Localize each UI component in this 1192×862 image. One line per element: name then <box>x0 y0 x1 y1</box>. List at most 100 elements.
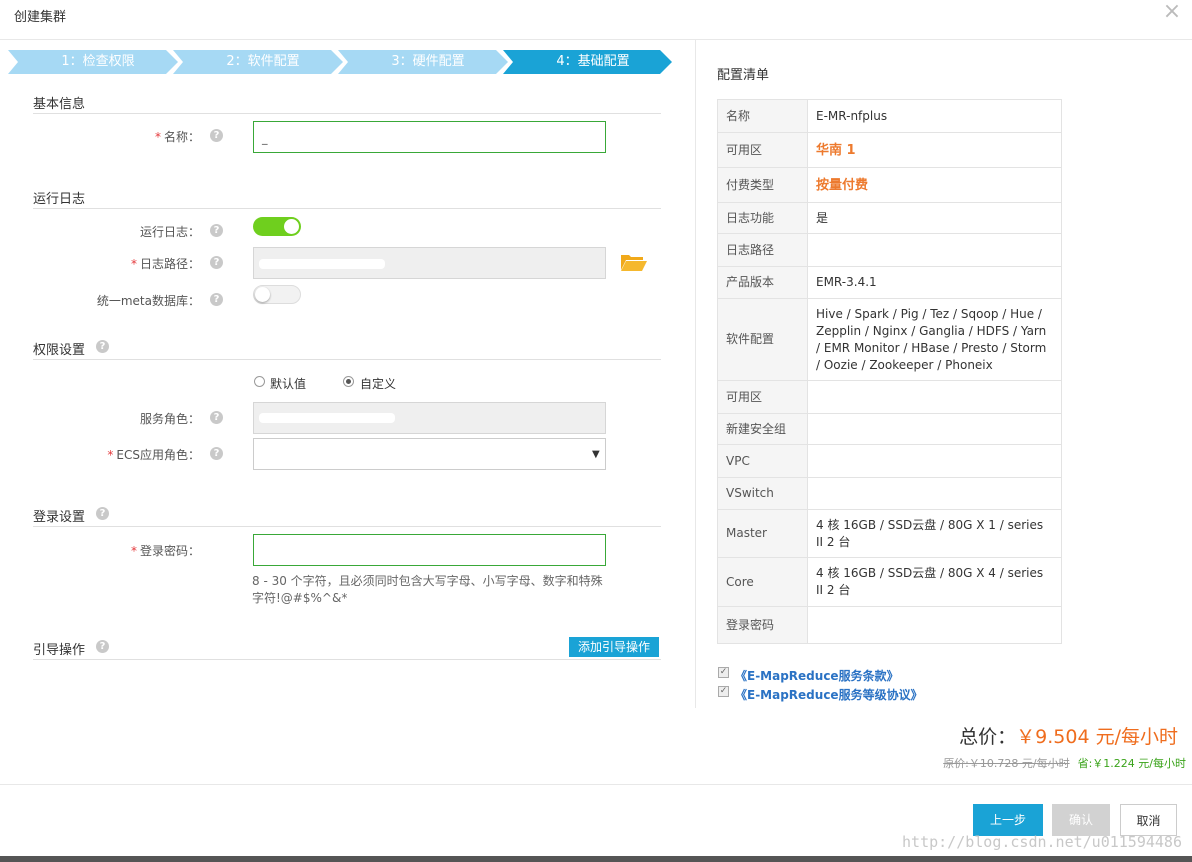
radio-default[interactable] <box>254 376 265 387</box>
toggle-knob <box>284 219 299 234</box>
summary-table: 名称 E-MR-nfplus 可用区 华南 1 付费类型 按量付费 日志功能是 日志路… <box>717 99 1062 644</box>
row-key: 付费类型 <box>717 167 808 203</box>
row-value <box>807 380 1062 414</box>
name-input[interactable]: _ <box>253 121 606 153</box>
close-icon[interactable]: × <box>1161 1 1183 23</box>
table-row: 产品版本 EMR-3.4.1 <box>717 266 1062 299</box>
row-value: E-MR-nfplus <box>807 99 1062 133</box>
section-login-title: 登录设置 <box>33 510 86 525</box>
row-value <box>807 233 1062 267</box>
price-saved: 省:￥1.224 元/每小时 <box>1077 757 1186 770</box>
table-row: 日志功能是 <box>717 202 1062 234</box>
row-value <box>807 477 1062 510</box>
log-path-input[interactable] <box>253 247 606 279</box>
row-key: 日志功能 <box>717 202 808 234</box>
service-role-label: 服务角色： <box>139 412 200 426</box>
help-icon[interactable]: ? <box>210 447 223 460</box>
price-original: 原价:￥10.728 元/每小时 <box>943 757 1070 770</box>
meta-db-label: 统一meta数据库： <box>96 294 200 308</box>
summary-title: 配置清单 <box>717 68 770 83</box>
step-2-label: 2：软件配置 <box>226 54 300 69</box>
step-3-label: 3：硬件配置 <box>391 54 465 69</box>
radio-custom-label: 自定义 <box>360 377 397 391</box>
row-key: 名称 <box>717 99 808 133</box>
price-total: 总价：￥9.504 元/每小时 <box>959 722 1178 749</box>
required-mark: * <box>154 130 161 144</box>
log-path-label-text: 日志路径： <box>139 257 200 271</box>
table-row: 可用区 华南 1 <box>717 132 1062 168</box>
table-row: 名称 E-MR-nfplus <box>717 99 1062 133</box>
row-key: 可用区 <box>717 132 808 168</box>
help-icon[interactable]: ? <box>96 507 109 520</box>
log-path-label: * 日志路径： <box>0 255 200 272</box>
confirm-button[interactable]: 确认 <box>1052 804 1110 836</box>
footer-divider <box>0 784 1192 785</box>
name-input-cursor: _ <box>262 132 268 145</box>
row-key: Master <box>717 509 808 558</box>
header-divider <box>0 39 1192 40</box>
step-1-label: 1：检查权限 <box>61 54 135 69</box>
price-total-value: ￥9.504 元/每小时 <box>1016 726 1178 748</box>
required-mark: * <box>130 544 137 558</box>
radio-custom[interactable] <box>343 376 354 387</box>
toggle-knob <box>255 287 270 302</box>
help-icon[interactable]: ? <box>210 224 223 237</box>
bottom-bar <box>0 856 1192 862</box>
section-login-line <box>33 526 661 527</box>
section-perm-line <box>33 359 661 360</box>
service-role-input[interactable] <box>253 402 606 434</box>
add-guide-button[interactable]: 添加引导操作 <box>569 637 659 657</box>
help-icon[interactable]: ? <box>210 256 223 269</box>
row-value: 4 核 16GB / SSD云盘 / 80G X 1 / series II 2… <box>807 509 1062 558</box>
help-icon[interactable]: ? <box>210 129 223 142</box>
row-value: EMR-3.4.1 <box>807 266 1062 299</box>
section-guide-line <box>33 659 661 660</box>
folder-open-icon[interactable] <box>620 253 647 271</box>
agree-sla-checkbox[interactable]: ✓ <box>718 686 729 697</box>
help-icon[interactable]: ? <box>96 340 109 353</box>
terms-link[interactable]: 《E-MapReduce服务条款》 <box>735 667 899 684</box>
password-input[interactable] <box>253 534 606 566</box>
table-row: 登录密码 <box>717 606 1062 644</box>
table-row: 付费类型 按量付费 <box>717 167 1062 203</box>
step-bar: 1：检查权限 2：软件配置 3：硬件配置 4：基础配置 <box>8 50 672 74</box>
table-row: 新建安全组 <box>717 413 1062 445</box>
run-log-toggle[interactable] <box>253 217 301 236</box>
table-row: VPC <box>717 444 1062 478</box>
row-key: 软件配置 <box>717 298 808 381</box>
section-basic-title: 基本信息 <box>33 97 86 112</box>
password-hint: 8 - 30 个字符，且必须同时包含大写字母、小写字母、数字和特殊字符!@#$%… <box>252 574 603 605</box>
table-row: Core 4 核 16GB / SSD云盘 / 80G X 4 / series … <box>717 557 1062 607</box>
cancel-button[interactable]: 取消 <box>1120 804 1177 836</box>
row-key: 产品版本 <box>717 266 808 299</box>
meta-db-toggle[interactable] <box>253 285 301 304</box>
ecs-role-select[interactable] <box>253 438 606 470</box>
section-guide-title: 引导操作 <box>33 643 86 658</box>
section-log-title: 运行日志 <box>33 192 86 207</box>
row-key: Core <box>717 557 808 607</box>
step-2: 2：软件配置 <box>183 50 343 74</box>
run-log-label: 运行日志： <box>139 225 200 239</box>
row-key: VPC <box>717 444 808 478</box>
redacted-text <box>259 259 385 269</box>
price-detail: 原价:￥10.728 元/每小时 省:￥1.224 元/每小时 <box>943 755 1186 771</box>
prev-button[interactable]: 上一步 <box>973 804 1043 836</box>
sla-link[interactable]: 《E-MapReduce服务等级协议》 <box>735 686 923 703</box>
step-3: 3：硬件配置 <box>348 50 508 74</box>
help-icon[interactable]: ? <box>210 293 223 306</box>
help-icon[interactable]: ? <box>96 640 109 653</box>
required-mark: * <box>107 448 114 462</box>
name-label-text: 名称： <box>163 130 200 144</box>
row-value <box>807 606 1062 644</box>
row-key: VSwitch <box>717 477 808 510</box>
chevron-down-icon[interactable]: ▼ <box>592 449 600 460</box>
agree-terms-checkbox[interactable]: ✓ <box>718 667 729 678</box>
table-row: Master 4 核 16GB / SSD云盘 / 80G X 1 / serie… <box>717 509 1062 558</box>
password-label-text: 登录密码： <box>139 544 200 558</box>
section-basic-line <box>33 113 661 114</box>
help-icon[interactable]: ? <box>210 411 223 424</box>
radio-default-label: 默认值 <box>270 377 307 391</box>
ecs-role-label: * ECS应用角色： <box>0 446 200 463</box>
step-4: 4：基础配置 <box>513 50 673 74</box>
section-log-line <box>33 208 661 209</box>
